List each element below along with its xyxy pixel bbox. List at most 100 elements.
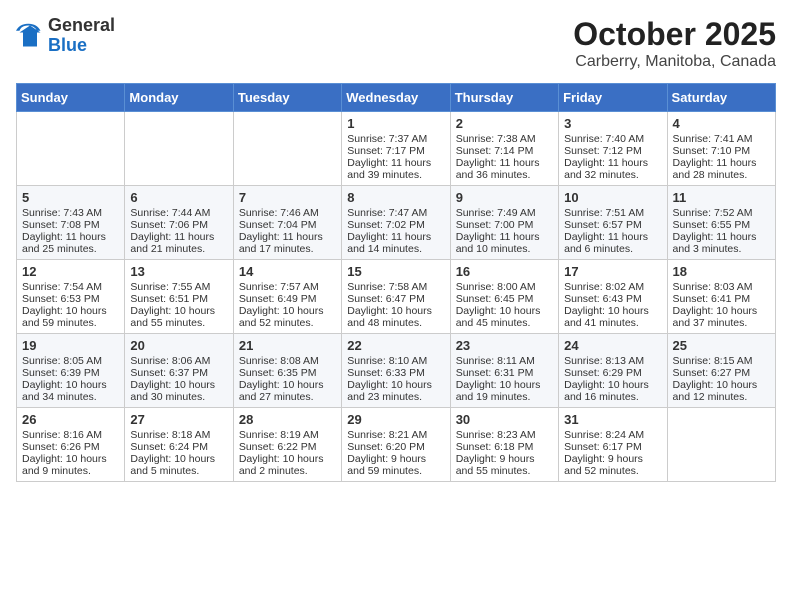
day-number: 15 xyxy=(347,264,444,279)
sunset-text: Sunset: 6:26 PM xyxy=(22,441,119,453)
sunset-text: Sunset: 6:39 PM xyxy=(22,367,119,379)
day-number: 25 xyxy=(673,338,770,353)
day-number: 27 xyxy=(130,412,227,427)
calendar-week-row: 12Sunrise: 7:54 AMSunset: 6:53 PMDayligh… xyxy=(17,260,776,334)
day-number: 5 xyxy=(22,190,119,205)
sunset-text: Sunset: 7:12 PM xyxy=(564,145,661,157)
daylight-text: Daylight: 11 hours and 39 minutes. xyxy=(347,157,444,181)
daylight-text: Daylight: 10 hours and 30 minutes. xyxy=(130,379,227,403)
sunrise-text: Sunrise: 7:57 AM xyxy=(239,281,336,293)
sunset-text: Sunset: 6:17 PM xyxy=(564,441,661,453)
daylight-text: Daylight: 11 hours and 14 minutes. xyxy=(347,231,444,255)
day-number: 26 xyxy=(22,412,119,427)
sunset-text: Sunset: 7:10 PM xyxy=(673,145,770,157)
sunrise-text: Sunrise: 8:10 AM xyxy=(347,355,444,367)
day-number: 21 xyxy=(239,338,336,353)
location: Carberry, Manitoba, Canada xyxy=(573,53,776,71)
sunrise-text: Sunrise: 7:58 AM xyxy=(347,281,444,293)
page-header: General Blue October 2025 Carberry, Mani… xyxy=(16,16,776,71)
sunrise-text: Sunrise: 8:13 AM xyxy=(564,355,661,367)
sunrise-text: Sunrise: 7:40 AM xyxy=(564,133,661,145)
daylight-text: Daylight: 11 hours and 32 minutes. xyxy=(564,157,661,181)
calendar-cell: 29Sunrise: 8:21 AMSunset: 6:20 PMDayligh… xyxy=(342,408,450,482)
sunset-text: Sunset: 6:18 PM xyxy=(456,441,553,453)
sunset-text: Sunset: 7:04 PM xyxy=(239,219,336,231)
sunrise-text: Sunrise: 8:18 AM xyxy=(130,429,227,441)
sunset-text: Sunset: 6:55 PM xyxy=(673,219,770,231)
day-number: 31 xyxy=(564,412,661,427)
sunset-text: Sunset: 7:06 PM xyxy=(130,219,227,231)
calendar-cell: 27Sunrise: 8:18 AMSunset: 6:24 PMDayligh… xyxy=(125,408,233,482)
calendar-cell: 19Sunrise: 8:05 AMSunset: 6:39 PMDayligh… xyxy=(17,334,125,408)
calendar-cell: 9Sunrise: 7:49 AMSunset: 7:00 PMDaylight… xyxy=(450,186,558,260)
day-number: 29 xyxy=(347,412,444,427)
sunrise-text: Sunrise: 8:03 AM xyxy=(673,281,770,293)
daylight-text: Daylight: 11 hours and 17 minutes. xyxy=(239,231,336,255)
daylight-text: Daylight: 10 hours and 19 minutes. xyxy=(456,379,553,403)
sunrise-text: Sunrise: 7:47 AM xyxy=(347,207,444,219)
calendar-cell: 22Sunrise: 8:10 AMSunset: 6:33 PMDayligh… xyxy=(342,334,450,408)
logo-icon xyxy=(16,22,44,50)
sunrise-text: Sunrise: 7:44 AM xyxy=(130,207,227,219)
calendar-cell: 15Sunrise: 7:58 AMSunset: 6:47 PMDayligh… xyxy=(342,260,450,334)
calendar-cell: 7 Sunrise: 7:46 AMSunset: 7:04 PMDaylight… xyxy=(233,186,341,260)
calendar-cell: 24 Sunrise: 8:13 AMSunset: 6:29 PMDayligh… xyxy=(559,334,667,408)
sunrise-text: Sunrise: 8:05 AM xyxy=(22,355,119,367)
daylight-text: Daylight: 10 hours and 27 minutes. xyxy=(239,379,336,403)
day-number: 28 xyxy=(239,412,336,427)
calendar-cell: 30Sunrise: 8:23 AMSunset: 6:18 PMDayligh… xyxy=(450,408,558,482)
sunrise-text: Sunrise: 7:55 AM xyxy=(130,281,227,293)
logo: General Blue xyxy=(16,16,115,56)
logo-text: General Blue xyxy=(48,16,115,56)
calendar-cell: 16Sunrise: 8:00 AMSunset: 6:45 PMDayligh… xyxy=(450,260,558,334)
day-number: 23 xyxy=(456,338,553,353)
calendar-cell: 31Sunrise: 8:24 AMSunset: 6:17 PMDayligh… xyxy=(559,408,667,482)
daylight-text: Daylight: 11 hours and 6 minutes. xyxy=(564,231,661,255)
day-number: 30 xyxy=(456,412,553,427)
day-number: 1 xyxy=(347,116,444,131)
day-number: 24 xyxy=(564,338,661,353)
daylight-text: Daylight: 10 hours and 9 minutes. xyxy=(22,453,119,477)
calendar-cell: 2Sunrise: 7:38 AMSunset: 7:14 PMDaylight… xyxy=(450,112,558,186)
sunrise-text: Sunrise: 7:46 AM xyxy=(239,207,336,219)
sunset-text: Sunset: 7:02 PM xyxy=(347,219,444,231)
daylight-text: Daylight: 10 hours and 12 minutes. xyxy=(673,379,770,403)
day-number: 17 xyxy=(564,264,661,279)
sunset-text: Sunset: 7:08 PM xyxy=(22,219,119,231)
calendar-header-wednesday: Wednesday xyxy=(342,84,450,112)
sunrise-text: Sunrise: 7:38 AM xyxy=(456,133,553,145)
day-number: 22 xyxy=(347,338,444,353)
daylight-text: Daylight: 10 hours and 48 minutes. xyxy=(347,305,444,329)
calendar-week-row: 5Sunrise: 7:43 AMSunset: 7:08 PMDaylight… xyxy=(17,186,776,260)
sunset-text: Sunset: 6:57 PM xyxy=(564,219,661,231)
daylight-text: Daylight: 9 hours and 52 minutes. xyxy=(564,453,661,477)
calendar-cell: 17Sunrise: 8:02 AMSunset: 6:43 PMDayligh… xyxy=(559,260,667,334)
day-number: 7 xyxy=(239,190,336,205)
sunrise-text: Sunrise: 8:06 AM xyxy=(130,355,227,367)
sunrise-text: Sunrise: 7:41 AM xyxy=(673,133,770,145)
daylight-text: Daylight: 10 hours and 34 minutes. xyxy=(22,379,119,403)
calendar-header-friday: Friday xyxy=(559,84,667,112)
day-number: 18 xyxy=(673,264,770,279)
sunset-text: Sunset: 6:20 PM xyxy=(347,441,444,453)
calendar-cell: 20Sunrise: 8:06 AMSunset: 6:37 PMDayligh… xyxy=(125,334,233,408)
daylight-text: Daylight: 10 hours and 37 minutes. xyxy=(673,305,770,329)
sunset-text: Sunset: 6:45 PM xyxy=(456,293,553,305)
calendar-cell: 13Sunrise: 7:55 AMSunset: 6:51 PMDayligh… xyxy=(125,260,233,334)
sunrise-text: Sunrise: 8:21 AM xyxy=(347,429,444,441)
sunset-text: Sunset: 6:51 PM xyxy=(130,293,227,305)
sunset-text: Sunset: 6:29 PM xyxy=(564,367,661,379)
calendar-cell: 12Sunrise: 7:54 AMSunset: 6:53 PMDayligh… xyxy=(17,260,125,334)
sunrise-text: Sunrise: 7:51 AM xyxy=(564,207,661,219)
daylight-text: Daylight: 10 hours and 16 minutes. xyxy=(564,379,661,403)
daylight-text: Daylight: 10 hours and 55 minutes. xyxy=(130,305,227,329)
sunrise-text: Sunrise: 8:16 AM xyxy=(22,429,119,441)
daylight-text: Daylight: 10 hours and 52 minutes. xyxy=(239,305,336,329)
sunset-text: Sunset: 7:00 PM xyxy=(456,219,553,231)
calendar-cell: 5Sunrise: 7:43 AMSunset: 7:08 PMDaylight… xyxy=(17,186,125,260)
sunset-text: Sunset: 6:33 PM xyxy=(347,367,444,379)
day-number: 12 xyxy=(22,264,119,279)
calendar-cell: 8Sunrise: 7:47 AMSunset: 7:02 PMDaylight… xyxy=(342,186,450,260)
sunrise-text: Sunrise: 8:00 AM xyxy=(456,281,553,293)
calendar-header-tuesday: Tuesday xyxy=(233,84,341,112)
